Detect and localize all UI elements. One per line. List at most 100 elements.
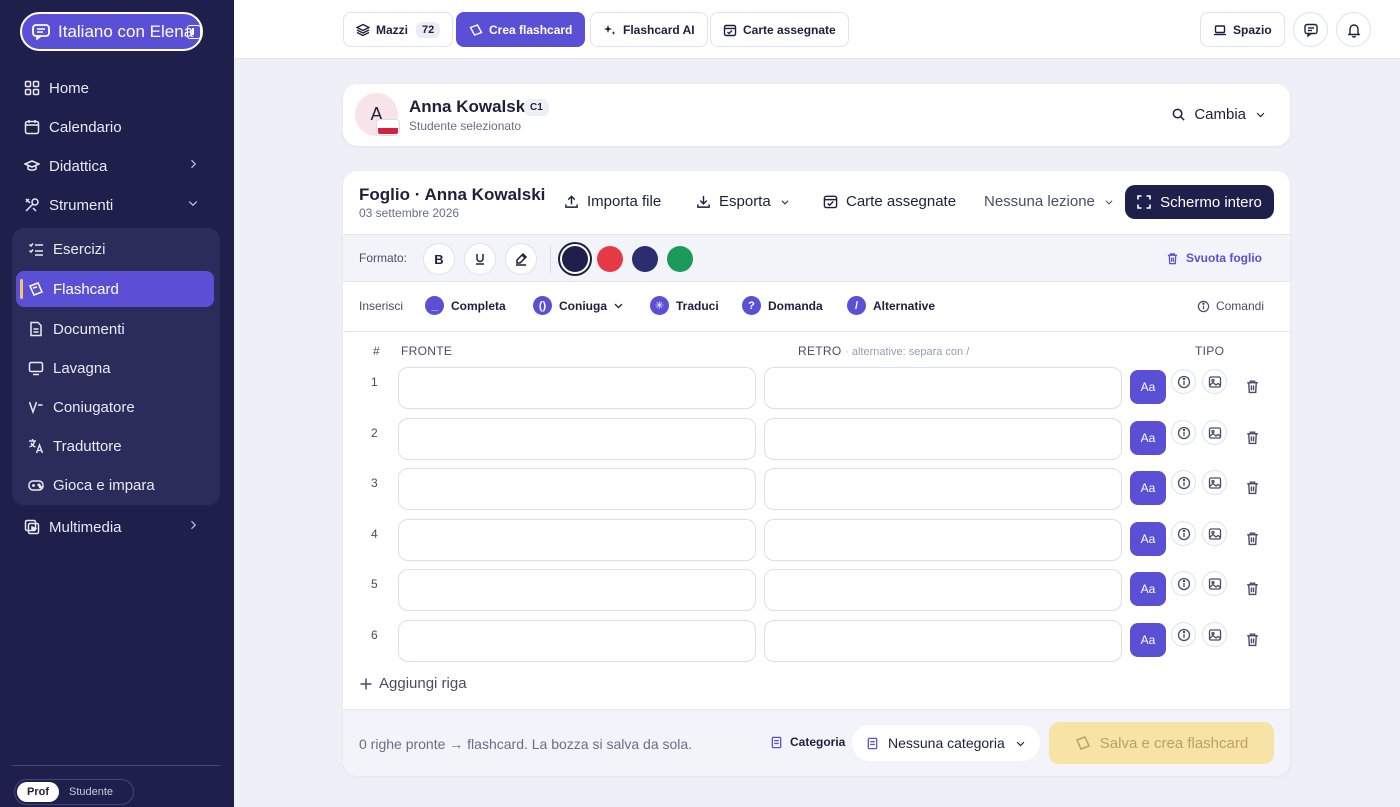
add-row-button[interactable]: Aggiungi riga	[359, 675, 467, 692]
trash-icon[interactable]	[1245, 632, 1260, 647]
row-image-button[interactable]	[1202, 470, 1227, 495]
back-input[interactable]	[764, 367, 1122, 409]
folder-icon	[867, 737, 878, 749]
row-hint-button[interactable]	[1171, 470, 1196, 495]
bold-button[interactable]: B	[423, 243, 455, 275]
sidebar-item-gioca-e-impara[interactable]: Gioca e impara	[16, 467, 214, 503]
sidebar-item-multimedia[interactable]: Multimedia	[24, 515, 210, 539]
change-student-button[interactable]: Cambia	[1171, 106, 1266, 123]
row-hint-button[interactable]	[1171, 622, 1196, 647]
level-badge: C1	[524, 99, 549, 116]
sidebar-item-calendario[interactable]: Calendario	[24, 115, 210, 139]
front-input[interactable]	[398, 367, 756, 409]
row-image-button[interactable]	[1202, 571, 1227, 596]
back-input[interactable]	[764, 468, 1122, 510]
mazzi-button[interactable]: Mazzi 72	[343, 12, 454, 47]
insert-traduci-button[interactable]: ✳ Traduci	[650, 296, 719, 315]
layers-icon	[356, 23, 370, 36]
brand-switcher[interactable]: Italiano con Elena	[20, 12, 203, 51]
carte-assegnate-button[interactable]: Carte assegnate	[710, 12, 849, 47]
underline-button[interactable]	[464, 243, 496, 275]
insert-domanda-button[interactable]: ? Domanda	[742, 296, 823, 315]
category-select[interactable]: Nessuna categoria	[852, 725, 1040, 761]
insert-coniuga-button[interactable]: () Coniuga	[533, 296, 624, 315]
column-header-back: RETRO · alternative: separa con /	[798, 344, 969, 358]
sidebar-item-lavagna[interactable]: Lavagna	[16, 350, 214, 386]
trash-icon[interactable]	[1245, 480, 1260, 495]
messages-button[interactable]	[1293, 12, 1328, 47]
assigned-cards-button[interactable]: Carte assegnate	[823, 193, 956, 210]
fullscreen-button[interactable]: Schermo intero	[1125, 185, 1274, 219]
info-icon	[1177, 628, 1190, 641]
type-text-button[interactable]: Aa	[1130, 421, 1166, 455]
format-label: Formato:	[359, 251, 408, 265]
row-image-button[interactable]	[1202, 369, 1227, 394]
image-icon	[1208, 527, 1221, 540]
insert-alternative-button[interactable]: / Alternative	[847, 296, 935, 315]
clear-sheet-button[interactable]: Svuota foglio	[1166, 251, 1262, 265]
collapse-sidebar-icon[interactable]	[187, 25, 201, 39]
color-swatch-green[interactable]	[667, 246, 693, 272]
back-input[interactable]	[764, 569, 1122, 611]
back-input[interactable]	[764, 620, 1122, 662]
row-image-button[interactable]	[1202, 622, 1227, 647]
color-swatch-red[interactable]	[597, 246, 623, 272]
column-header-type: TIPO	[1195, 344, 1225, 358]
front-input[interactable]	[398, 519, 756, 561]
commands-button[interactable]: Comandi	[1197, 299, 1264, 313]
plus-icon	[360, 678, 372, 689]
sidebar-item-label: Traduttore	[53, 437, 122, 455]
folder-icon	[771, 736, 782, 748]
front-input[interactable]	[398, 569, 756, 611]
spazio-button[interactable]: Spazio	[1200, 12, 1285, 47]
sidebar-item-traduttore[interactable]: Traduttore	[16, 428, 214, 464]
front-input[interactable]	[398, 418, 756, 460]
back-input[interactable]	[764, 418, 1122, 460]
topbar: Mazzi 72 Crea flashcard Flashcard AI Car…	[234, 0, 1400, 59]
row-hint-button[interactable]	[1171, 571, 1196, 596]
lesson-select[interactable]: Nessuna lezione	[984, 193, 1114, 210]
sidebar-item-documenti[interactable]: Documenti	[16, 311, 214, 347]
column-header-number: #	[373, 344, 380, 358]
trash-icon[interactable]	[1245, 379, 1260, 394]
trash-icon[interactable]	[1245, 581, 1260, 596]
category-label: Categoria	[770, 735, 845, 749]
sidebar-item-flashcard[interactable]: Flashcard	[16, 271, 214, 307]
highlight-button[interactable]	[505, 243, 537, 275]
insert-completa-button[interactable]: _ Completa	[425, 296, 506, 315]
grid-icon	[24, 80, 40, 96]
back-input[interactable]	[764, 519, 1122, 561]
notifications-button[interactable]	[1336, 12, 1371, 47]
crea-flashcard-button[interactable]: Crea flashcard	[456, 12, 586, 47]
type-text-button[interactable]: Aa	[1130, 572, 1166, 606]
trash-icon[interactable]	[1245, 430, 1260, 445]
front-input[interactable]	[398, 468, 756, 510]
sidebar-item-esercizi[interactable]: Esercizi	[16, 231, 214, 267]
type-text-button[interactable]: Aa	[1130, 623, 1166, 657]
role-student-option[interactable]: Studente	[59, 782, 123, 802]
row-hint-button[interactable]	[1171, 369, 1196, 394]
translate-icon	[29, 439, 44, 454]
role-prof-option[interactable]: Prof	[17, 782, 59, 802]
import-file-button[interactable]: Importa file	[564, 193, 661, 210]
sidebar-item-strumenti[interactable]: Strumenti	[24, 193, 210, 217]
export-button[interactable]: Esporta	[696, 193, 790, 210]
color-swatch-navy[interactable]	[562, 246, 588, 272]
type-text-button[interactable]: Aa	[1130, 471, 1166, 505]
type-text-button[interactable]: Aa	[1130, 522, 1166, 556]
type-text-button[interactable]: Aa	[1130, 370, 1166, 404]
sidebar-item-home[interactable]: Home	[24, 76, 210, 100]
flashcard-ai-button[interactable]: Flashcard AI	[590, 12, 708, 47]
front-input[interactable]	[398, 620, 756, 662]
row-hint-button[interactable]	[1171, 521, 1196, 546]
row-image-button[interactable]	[1202, 420, 1227, 445]
sidebar-item-coniugatore[interactable]: Coniugatore	[16, 389, 214, 425]
sidebar-item-didattica[interactable]: Didattica	[24, 154, 210, 178]
sidebar-item-label: Documenti	[53, 320, 125, 338]
save-and-create-button[interactable]: Salva e crea flashcard	[1049, 722, 1274, 764]
row-hint-button[interactable]	[1171, 420, 1196, 445]
row-image-button[interactable]	[1202, 521, 1227, 546]
color-swatch-indigo[interactable]	[632, 246, 658, 272]
trash-icon[interactable]	[1245, 531, 1260, 546]
image-icon	[1208, 476, 1221, 489]
